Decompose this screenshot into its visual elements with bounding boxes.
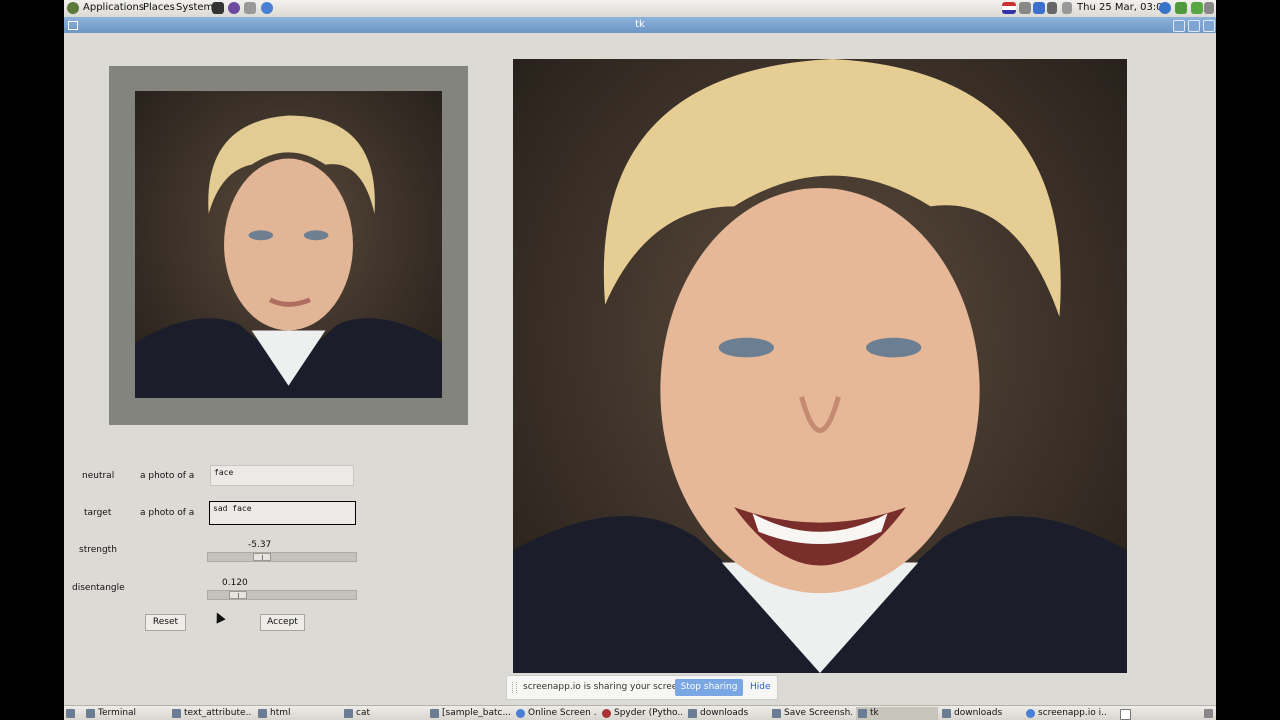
sharing-message: screenapp.io is sharing your screen.: [523, 682, 686, 692]
settings-launcher-icon[interactable]: [244, 2, 256, 14]
editor-icon: [172, 709, 181, 718]
trash-icon[interactable]: [1202, 707, 1216, 720]
emacs-launcher-icon[interactable]: [228, 2, 240, 14]
bluetooth-icon[interactable]: [1033, 2, 1045, 14]
terminal-icon: [86, 709, 95, 718]
taskbar-label: [sample_batc...: [442, 708, 510, 718]
taskbar-label: html: [270, 708, 291, 718]
panel-clock[interactable]: Thu 25 Mar, 03:03: [1077, 2, 1169, 13]
generated-face-image: [513, 59, 1127, 673]
taskbar-label: Terminal: [98, 708, 137, 718]
window-icon: [858, 709, 867, 718]
taskbar-label: screenapp.io i...: [1038, 708, 1106, 718]
stop-sharing-button[interactable]: Stop sharing: [675, 679, 743, 696]
taskbar-item-tk[interactable]: tk: [856, 707, 938, 720]
mouse-pointer-icon: [212, 610, 226, 624]
taskbar-item-sample-batch[interactable]: [sample_batc...: [428, 707, 510, 720]
terminal-launcher-icon[interactable]: [212, 2, 224, 14]
taskbar-item-online-screen[interactable]: Online Screen ...: [514, 707, 596, 720]
applications-menu[interactable]: Applications: [83, 2, 144, 13]
volume-icon[interactable]: [1047, 2, 1057, 14]
taskbar-label: cat: [356, 708, 370, 718]
taskbar-label: downloads: [700, 708, 749, 718]
generated-face-drawing: [513, 59, 1127, 673]
preview-frame: [109, 66, 468, 425]
taskbar-item-cat[interactable]: cat: [342, 707, 424, 720]
folder-icon: [942, 709, 951, 718]
taskbar-item-terminal[interactable]: Terminal: [84, 707, 166, 720]
window-title: tk: [635, 19, 645, 30]
taskbar: Terminal text_attribute... html cat [sam…: [64, 705, 1216, 720]
target-text-input[interactable]: sad face: [209, 501, 356, 525]
minimize-icon[interactable]: [1173, 20, 1185, 32]
workspace-switcher[interactable]: [1118, 707, 1134, 720]
disentangle-value: 0.120: [222, 578, 248, 588]
power-icon[interactable]: [1204, 2, 1214, 14]
flag-icon[interactable]: [1002, 2, 1016, 14]
notes-icon[interactable]: [1191, 2, 1203, 14]
help-icon[interactable]: [1159, 2, 1171, 14]
gnome-foot-icon[interactable]: [67, 2, 79, 14]
hide-button[interactable]: Hide: [750, 682, 771, 692]
accept-button[interactable]: Accept: [260, 614, 305, 631]
maximize-icon[interactable]: [1188, 20, 1200, 32]
reset-button[interactable]: Reset: [145, 614, 186, 631]
places-menu[interactable]: Places: [143, 2, 175, 13]
original-face-drawing: [135, 115, 442, 398]
taskbar-label: downloads: [954, 708, 1003, 718]
target-label: target: [84, 508, 112, 518]
neutral-prefix: a photo of a: [140, 471, 195, 481]
folder-icon: [258, 709, 267, 718]
desktop-screen: Applications Places System Thu 25 Mar, 0…: [64, 0, 1216, 720]
disentangle-slider-handle[interactable]: [229, 591, 247, 599]
disentangle-label: disentangle: [72, 583, 125, 593]
original-face-image: [135, 91, 442, 398]
taskbar-label: Save Screensh...: [784, 708, 852, 718]
taskbar-label: Spyder (Pytho...: [614, 708, 682, 718]
chrome-icon: [1026, 709, 1035, 718]
strength-slider-handle[interactable]: [253, 553, 271, 561]
neutral-text-input[interactable]: face: [210, 465, 354, 486]
top-panel: Applications Places System Thu 25 Mar, 0…: [64, 0, 1216, 18]
disentangle-slider[interactable]: 0.120: [207, 578, 357, 602]
taskbar-item-text-attribute[interactable]: text_attribute...: [170, 707, 252, 720]
taskbar-item-spyder[interactable]: Spyder (Pytho...: [600, 707, 682, 720]
taskbar-item-screenapp[interactable]: screenapp.io i...: [1024, 707, 1106, 720]
show-desktop-icon[interactable]: [64, 707, 82, 720]
chrome-icon: [516, 709, 525, 718]
folder-icon: [688, 709, 697, 718]
screen-sharing-bar: screenapp.io is sharing your screen. Sto…: [506, 675, 778, 700]
calendar-icon: [1062, 2, 1072, 14]
neutral-label: neutral: [82, 471, 115, 481]
chrome-launcher-icon[interactable]: [261, 2, 273, 14]
updates-icon[interactable]: [1175, 2, 1187, 14]
taskbar-label: text_attribute...: [184, 708, 252, 718]
taskbar-item-html[interactable]: html: [256, 707, 338, 720]
camera-icon: [772, 709, 781, 718]
image-icon: [430, 709, 439, 718]
network-icon[interactable]: [1019, 2, 1031, 14]
close-icon[interactable]: [1203, 20, 1215, 32]
strength-label: strength: [79, 545, 117, 555]
strength-trough[interactable]: [207, 552, 357, 562]
drag-handle-icon[interactable]: [512, 682, 517, 693]
system-menu[interactable]: System: [176, 2, 213, 13]
folder-icon: [344, 709, 353, 718]
taskbar-label: tk: [870, 708, 879, 718]
taskbar-item-save-screenshot[interactable]: Save Screensh...: [770, 707, 852, 720]
taskbar-item-downloads[interactable]: downloads: [686, 707, 768, 720]
strength-slider[interactable]: -5.37: [207, 540, 357, 564]
strength-value: -5.37: [248, 540, 272, 550]
taskbar-item-downloads-2[interactable]: downloads: [940, 707, 1022, 720]
taskbar-label: Online Screen ...: [528, 708, 596, 718]
window-titlebar[interactable]: tk: [64, 17, 1216, 33]
spyder-icon: [602, 709, 611, 718]
target-prefix: a photo of a: [140, 508, 195, 518]
